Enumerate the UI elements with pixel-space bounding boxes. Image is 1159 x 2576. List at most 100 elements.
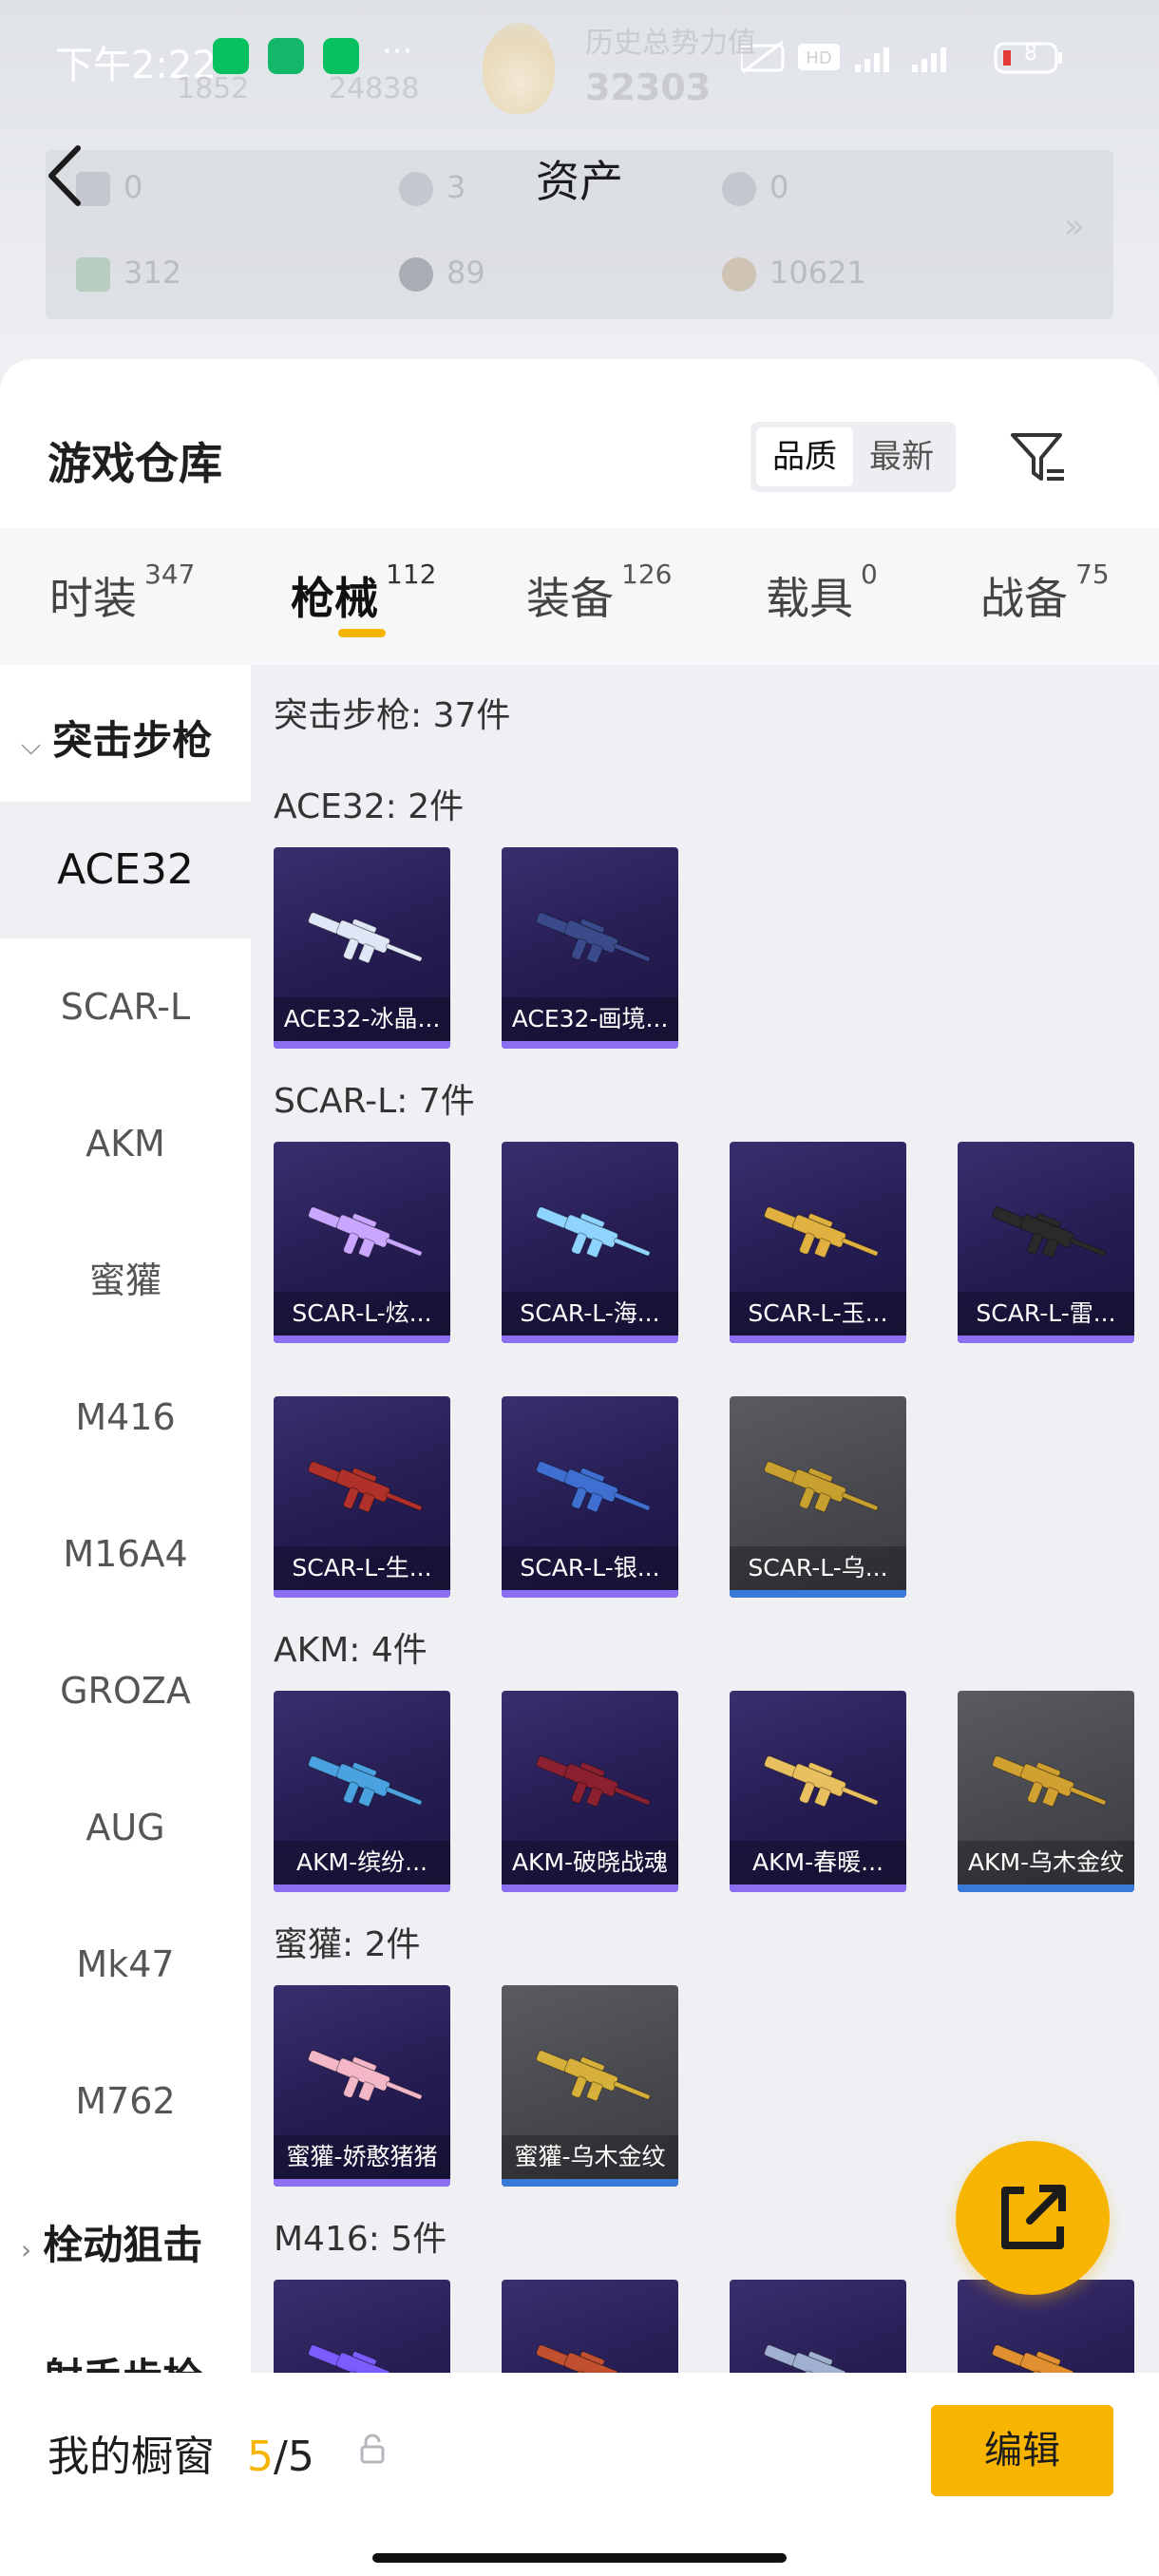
weapon-card[interactable]: AKM-乌木金纹: [958, 1691, 1134, 1892]
weapon-list: 突击步枪: 37件 ACE32: 2件 ACE32-冰晶... ACE32-画境…: [251, 665, 1159, 2375]
rifle-icon: [536, 1461, 651, 1513]
sort-toggle: 品质 最新: [750, 422, 956, 492]
ghost-value-middle: 24838: [329, 72, 420, 105]
weapon-card[interactable]: ACE32-画境...: [502, 847, 678, 1049]
sidebar-item-scar-l[interactable]: SCAR-L: [0, 938, 251, 1075]
status-bar: 下午2:22 ··· HD 8: [0, 0, 1159, 114]
ball-icon: [399, 257, 433, 292]
rifle-icon: [308, 2050, 423, 2102]
history-power-value: 32303: [585, 66, 712, 108]
sidebar-item-m416[interactable]: M416: [0, 1349, 251, 1486]
more-assets-icon[interactable]: »: [1064, 207, 1085, 246]
filter-icon[interactable]: [1007, 427, 1068, 488]
sidebar-item-akm[interactable]: AKM: [0, 1075, 251, 1212]
weapon-card[interactable]: [730, 2280, 906, 2375]
weapon-card[interactable]: 蜜獾-乌木金纹: [502, 1985, 678, 2187]
weapon-card[interactable]: SCAR-L-乌...: [730, 1396, 906, 1598]
rifle-icon: [992, 2344, 1074, 2375]
weapon-sidebar: ⌵ 突击步枪 ACE32 SCAR-L AKM 蜜獾 M416 M16A4 GRO…: [0, 665, 251, 2401]
category-tabs: 时装 347 枪械 112 装备 126 载具 0 战备 75: [0, 528, 1159, 665]
weapon-card[interactable]: SCAR-L-雷...: [958, 1142, 1134, 1343]
wechat-icon: [213, 38, 249, 74]
section-title-m416: M416: 5件: [274, 2220, 447, 2259]
showcase-count: 5: [247, 2433, 274, 2481]
edit-button[interactable]: 编辑: [931, 2405, 1113, 2496]
rifle-icon: [308, 1755, 423, 1808]
shield-app-icon: [268, 38, 304, 74]
sidebar-item-ace32[interactable]: ACE32: [0, 802, 251, 938]
rifle-icon: [536, 912, 651, 964]
weapon-card[interactable]: SCAR-L-银...: [502, 1396, 678, 1598]
rifle-icon: [536, 1206, 651, 1259]
system-status-icons: HD: [741, 40, 1062, 74]
category-total: 突击步枪: 37件: [274, 696, 511, 735]
section-title-scar-l: SCAR-L: 7件: [274, 1082, 475, 1121]
rifle-icon: [308, 1461, 423, 1513]
flame-emblem-icon: [483, 23, 555, 114]
phone-app-icon: [323, 38, 359, 74]
tab-supplies[interactable]: 战备 75: [980, 559, 1110, 627]
weapon-card[interactable]: 蜜獾-娇憨猪猪: [274, 1985, 450, 2187]
history-power-label: 历史总势力值: [585, 27, 756, 60]
battery-level: 8: [1024, 42, 1037, 66]
rifle-icon: [764, 2344, 846, 2375]
sidebar-item-m762[interactable]: M762: [0, 2033, 251, 2169]
svg-text:HD: HD: [806, 48, 831, 68]
rifle-icon: [308, 2344, 390, 2375]
rifle-icon: [536, 2344, 618, 2375]
rifle-icon: [308, 1206, 423, 1259]
tab-firearms[interactable]: 枪械 112: [291, 559, 436, 627]
weapon-card[interactable]: [274, 2280, 450, 2375]
section-title-honey-badger: 蜜獾: 2件: [274, 1925, 421, 1964]
more-notifications: ···: [382, 32, 413, 70]
weapon-card[interactable]: SCAR-L-海...: [502, 1142, 678, 1343]
showcase-bar: 我的橱窗 5/5 编辑: [0, 2373, 1159, 2576]
showcase-total: /5: [274, 2433, 314, 2481]
rifle-icon: [764, 1461, 879, 1513]
share-button[interactable]: [956, 2141, 1110, 2295]
rifle-icon: [764, 1206, 879, 1259]
sidebar-group-bolt-snipers[interactable]: › 栓动狙击: [21, 2213, 202, 2271]
ticket-icon: [76, 257, 110, 292]
weapon-card[interactable]: AKM-破晓战魂: [502, 1691, 678, 1892]
sidebar-item-honey-badger[interactable]: 蜜獾: [0, 1212, 251, 1349]
weapon-card[interactable]: ACE32-冰晶...: [274, 847, 450, 1049]
sidebar-item-groza[interactable]: GROZA: [0, 1622, 251, 1759]
weapon-card[interactable]: SCAR-L-生...: [274, 1396, 450, 1598]
asset-ticket: 312: [76, 255, 181, 292]
section-title-akm: AKM: 4件: [274, 1631, 428, 1670]
active-tab-indicator: [338, 629, 386, 637]
share-icon: [1001, 2185, 1066, 2249]
weapon-card[interactable]: SCAR-L-炫...: [274, 1142, 450, 1343]
sidebar-item-aug[interactable]: AUG: [0, 1759, 251, 1896]
tab-fashion[interactable]: 时装 347: [49, 559, 195, 627]
asset-ball: 89: [399, 255, 485, 292]
page-title: 资产: [536, 156, 623, 207]
tab-vehicles[interactable]: 载具 0: [766, 559, 878, 627]
sidebar-item-m16a4[interactable]: M16A4: [0, 1486, 251, 1622]
rifle-icon: [308, 912, 423, 964]
ghost-value-left: 1852: [177, 72, 250, 105]
weapon-card[interactable]: SCAR-L-玉...: [730, 1142, 906, 1343]
sort-quality-button[interactable]: 品质: [756, 427, 853, 486]
chevron-right-icon: ›: [21, 2234, 32, 2265]
rifle-icon: [992, 1755, 1107, 1808]
rifle-icon: [536, 2050, 651, 2102]
sort-newest-button[interactable]: 最新: [853, 427, 950, 486]
weapon-card[interactable]: AKM-缤纷...: [274, 1691, 450, 1892]
showcase-label: 我的橱窗 5/5: [48, 2433, 314, 2481]
sidebar-group-assault-rifles[interactable]: ⌵ 突击步枪: [21, 709, 212, 767]
section-title-ace32: ACE32: 2件: [274, 787, 465, 826]
weapon-card[interactable]: AKM-春暖...: [730, 1691, 906, 1892]
medal-icon: [722, 257, 756, 292]
rifle-icon: [764, 1755, 879, 1808]
sidebar-item-mk47[interactable]: Mk47: [0, 1896, 251, 2033]
weapon-card[interactable]: [502, 2280, 678, 2375]
warehouse-title: 游戏仓库: [48, 438, 222, 489]
tab-equipment[interactable]: 装备 126: [526, 559, 672, 627]
asset-medal: 10621: [722, 255, 866, 292]
chevron-down-icon: ⌵: [21, 729, 42, 761]
rifle-icon: [536, 1755, 651, 1808]
lock-icon: [360, 2434, 385, 2464]
rifle-icon: [992, 1206, 1107, 1259]
